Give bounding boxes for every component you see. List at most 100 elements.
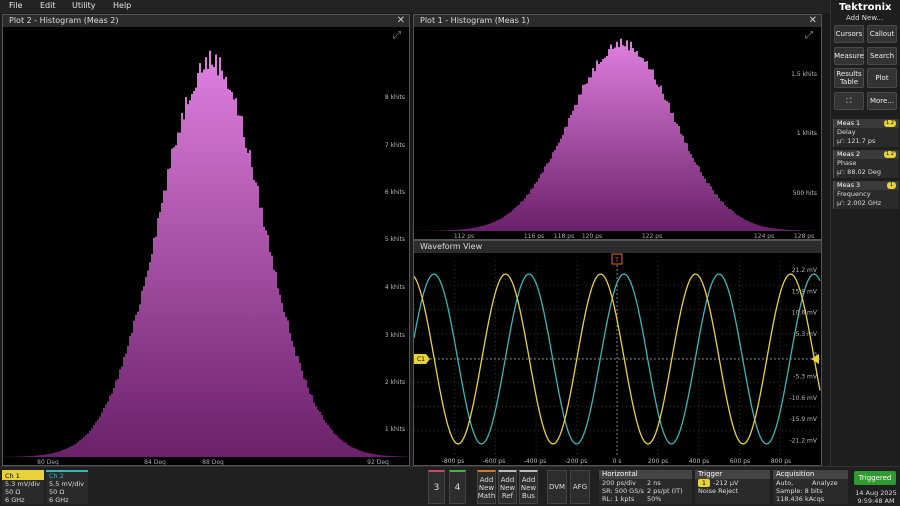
plot1-ytick: 500 hits [793,190,817,197]
brand-logo: Tektronix [839,2,892,13]
plot1-ytick: 1.5 khits [791,71,817,78]
callout-button[interactable]: Callout [867,25,897,43]
close-icon[interactable]: ✕ [809,15,817,27]
waveform-xtick: 0 s [613,458,622,465]
meas3-card[interactable]: Meas 3 1 Frequency μ': 2.002 GHz [833,181,899,209]
waveform-xtick: 600 ps [730,458,750,465]
plot1-title: Plot 1 - Histogram (Meas 1) [414,15,821,27]
meas1-value: μ': 121.7 ps [837,137,876,145]
waveform-ytick: 15.9 mV [792,288,818,295]
waveform-title: Waveform View [414,241,821,253]
ch2-bw: 6 GHz [49,496,69,504]
plot1-xtick: 112 ps [454,233,474,239]
ch1-badge[interactable]: Ch 1 5.3 mV/div 50 Ω 6 GHz [2,470,44,504]
search-button[interactable]: Search [867,47,897,65]
plot1-xtick: 118 ps [554,233,574,239]
ch2-scale: 5.5 mV/div [49,480,85,488]
cursors-button[interactable]: Cursors [834,25,864,43]
meas3-value: μ': 2.002 GHz [837,199,882,207]
zoom-box-icon: ⛶ [846,97,852,105]
waveform-xtick: -400 ps [524,458,546,465]
ch1-bw: 6 GHz [5,496,25,504]
acquisition-count: 118.436 kAcqs [776,495,825,503]
waveform-ytick: 5.3 mV [796,331,818,338]
menu-file[interactable]: File [9,1,22,10]
horizontal-record-length: RL: 1 kpts [602,495,635,503]
add-new-math-button[interactable]: Add New Math [477,470,496,504]
oscilloscope-app: File Edit Utility Help Plot 2 - Histogra… [0,0,900,506]
bottom-bar: Ch 1 5.3 mV/div 50 Ω 6 GHz Ch 2 5.5 mV/d… [0,466,900,506]
menu-help[interactable]: Help [113,1,131,10]
acquisition-analyze: Analyze [812,479,838,487]
plot2-bars [3,50,409,457]
waveform-ytick: -15.9 mV [790,416,818,423]
dvm-button[interactable]: DVM [547,470,567,504]
waveform-xtick: 200 ps [648,458,668,465]
ch1-head: Ch 1 [2,472,44,480]
results-table-button[interactable]: Results Table [834,68,864,88]
plot1-xtick: 124 ps [754,233,774,239]
afg-button[interactable]: AFG [570,470,590,504]
right-sidebar: Tektronix Add New... Cursors Callout Mea… [830,0,900,506]
triggered-status[interactable]: Triggered [854,471,896,485]
ch2-badge[interactable]: Ch 2 5.5 mV/div 50 Ω 6 GHz [46,470,88,504]
plot2-ytick: 1 khits [385,426,405,433]
plot1-bars [414,38,821,231]
horizontal-badge[interactable]: Horizontal 200 ps/div 2 ns SR: 500 GS/s 2 … [599,470,692,504]
close-icon[interactable]: ✕ [397,15,405,27]
plot2-ytick: 3 khits [385,332,405,339]
plot2-panel: Plot 2 - Histogram (Meas 2) ✕ ⤢ 8 khits 7… [2,14,410,466]
add-new-bus-button[interactable]: Add New Bus [519,470,538,504]
ch1-term: 50 Ω [5,488,21,496]
meas2-value: μ': 88.02 Deg [837,168,881,176]
meas3-label: Frequency [837,190,871,198]
ch1-offset-marker[interactable]: C1 [414,354,430,364]
horizontal-samplerate: SR: 500 GS/s [602,487,644,495]
menu-edit[interactable]: Edit [40,1,56,10]
waveform-xtick: 800 ps [771,458,791,465]
plot1-ytick: 1 khits [797,130,817,137]
plot1-xtick: 128 ps [794,233,814,239]
meas1-card[interactable]: Meas 1 1 2 Delay μ': 121.7 ps [833,119,899,147]
ch3-button[interactable]: 3 [428,470,445,504]
ch4-button[interactable]: 4 [449,470,466,504]
trigger-position-marker[interactable]: T [611,253,623,265]
acquisition-badge[interactable]: Acquisition Auto, Analyze Sample: 8 bits … [773,470,848,504]
acquisition-mode: Auto, [776,479,794,487]
add-new-ref-button[interactable]: Add New Ref [498,470,517,504]
plot2-histogram: 8 khits 7 khits 6 khits 5 khits 4 khits 3 khi… [3,50,409,465]
trigger-mode: Noise Reject [698,487,739,495]
plot2-ytick: 7 khits [385,142,405,149]
plot2-xtick: 92 Deg [367,459,389,465]
zoom-box-button[interactable]: ⛶ [834,92,864,110]
plot2-ytick: 2 khits [385,379,405,386]
acquisition-head: Acquisition [773,470,848,479]
ch1-scale: 5.3 mV/div [5,480,41,488]
waveform-ytick: -21.2 mV [790,437,818,444]
date-label: 14 Aug 2025 [855,489,897,497]
plot-button[interactable]: Plot [867,68,897,88]
waveform-plot: 21.2 mV15.9 mV10.6 mV5.3 mV0-5.3 mV-10.6… [414,253,821,465]
measure-button[interactable]: Measure [834,47,864,65]
plot1-histogram: 1.5 khits 1 khits 500 hits 112 ps 116 ps 118 … [414,38,821,239]
plot1-xtick: 122 ps [642,233,662,239]
waveform-ytick: 21.2 mV [792,267,818,274]
time-label: 9:59:48 AM [857,497,895,505]
waveform-xtick: 400 ps [689,458,709,465]
horizontal-scale: 200 ps/div [602,479,636,487]
horizontal-head: Horizontal [599,470,692,479]
menu-bar: File Edit Utility Help [0,0,830,13]
trigger-badge[interactable]: Trigger 1 -212 μV Noise Reject [695,470,770,504]
meas2-card[interactable]: Meas 2 1 2 Phase μ': 88.02 Deg [833,150,899,178]
more-button[interactable]: More... [867,92,897,110]
trigger-source-icon: 1 [698,479,710,487]
waveform-xtick: -200 ps [565,458,587,465]
plot2-xtick: 80 Deg [37,459,59,465]
menu-utility[interactable]: Utility [72,1,96,10]
plot2-ytick: 4 khits [385,284,405,291]
plot2-title: Plot 2 - Histogram (Meas 2) [3,15,409,27]
plot2-xtick: 84 Deg [144,459,166,465]
meas3-badge: 1 [887,182,896,189]
ch2-head: Ch 2 [46,472,88,480]
plot1-xtick: 120 ps [582,233,602,239]
